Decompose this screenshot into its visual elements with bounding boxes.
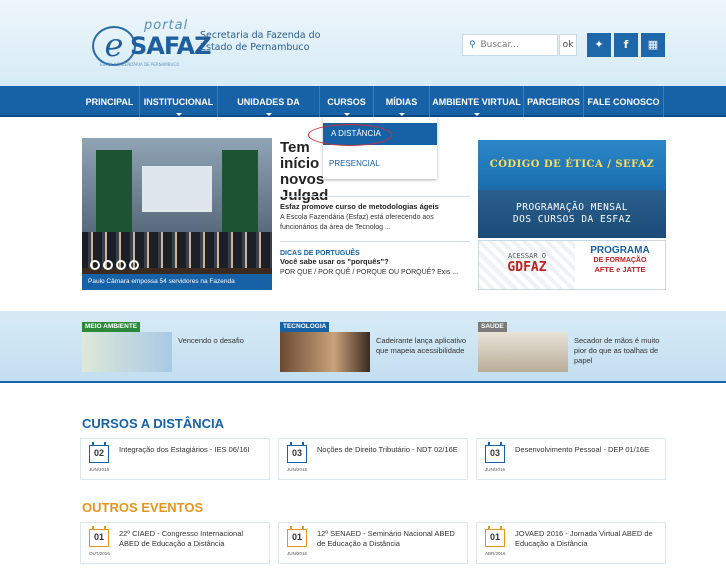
slide-dots bbox=[90, 255, 142, 274]
news-headline: Esfaz promove curso de metodologias ágei… bbox=[280, 202, 439, 211]
slide-dot[interactable] bbox=[90, 260, 100, 270]
featured-image bbox=[280, 332, 370, 372]
event-title: 12º SENAED - Seminário Nacional ABED de … bbox=[317, 529, 455, 548]
hero-slideshow[interactable]: Paulo Câmara empossa 54 servidores na Fa… bbox=[82, 138, 272, 290]
news-text: A Escola Fazendária (Esfaz) está oferece… bbox=[280, 214, 434, 231]
search-button[interactable]: ok bbox=[559, 34, 577, 56]
banner-line-1: PROGRAMAÇÃO MENSAL bbox=[516, 202, 628, 213]
course-month: JUN/2016 bbox=[89, 467, 110, 472]
twitter-icon[interactable]: ✦ bbox=[587, 33, 611, 57]
featured-text: Vencendo o desafio bbox=[178, 336, 244, 345]
calendar-icon: 01 bbox=[485, 526, 505, 547]
search-icon: ⚲ bbox=[469, 40, 476, 50]
section-title-cursos: CURSOS A DISTÂNCIA bbox=[82, 416, 225, 431]
calendar-icon: 03 bbox=[287, 442, 307, 463]
cursos-dropdown: A DISTÂNCIA PRESENCIAL bbox=[308, 117, 437, 179]
calendar-icon: 01 bbox=[89, 526, 109, 547]
hero-title[interactable]: Tem início novos Julgad bbox=[280, 140, 328, 204]
divider bbox=[280, 196, 470, 197]
facebook-icon[interactable]: f bbox=[614, 33, 638, 57]
calendar-icon: 03 bbox=[485, 442, 505, 463]
course-title: Noções de Direito Tributário - NDT 02/16… bbox=[317, 445, 458, 454]
event-month: ABR/2016 bbox=[485, 551, 506, 556]
org-line-1: Secretaria da Fazenda do bbox=[200, 30, 321, 41]
dropdown-item-presencial[interactable]: PRESENCIAL bbox=[323, 157, 437, 173]
course-month: JUN/2016 bbox=[485, 467, 506, 472]
featured-item-meio-ambiente[interactable]: MEIO AMBIENTE Vencendo o desafio bbox=[82, 322, 272, 374]
featured-image bbox=[82, 332, 172, 372]
event-card[interactable]: 01 JUN/2016 12º SENAED - Seminário Nacio… bbox=[278, 522, 468, 564]
chevron-down-icon bbox=[473, 113, 480, 116]
calendar-icon: 01 bbox=[287, 526, 307, 547]
banner-programacao-mensal[interactable]: PROGRAMAÇÃO MENSAL DOS CURSOS DA ESFAZ bbox=[478, 190, 666, 238]
course-month: JUN/2016 bbox=[287, 467, 308, 472]
search-placeholder: Buscar... bbox=[480, 40, 519, 50]
event-card[interactable]: 01 ABR/2016 JOVAED 2016 - Jornada Virtua… bbox=[476, 522, 666, 564]
course-card[interactable]: 03 JUN/2016 Noções de Direito Tributário… bbox=[278, 438, 468, 480]
banner-gdfaz-programa[interactable]: ACESSAR O GDFAZ PROGRAMA DE FORMAÇÃO AFT… bbox=[478, 240, 666, 290]
chevron-down-icon bbox=[343, 113, 350, 116]
main-nav: PRINCIPAL INSTITUCIONAL UNIDADES DA ESCO… bbox=[0, 86, 726, 139]
course-title: Desenvolvimento Pessoal - DEP 01/16E bbox=[515, 445, 650, 454]
org-line-2: Estado de Pernambuco bbox=[200, 42, 310, 53]
course-title: Integração dos Estagiários - IES 06/16I bbox=[119, 445, 250, 454]
news-text: POR QUE / POR QUÊ / PORQUE OU PORQUÊ? Ex… bbox=[280, 269, 459, 276]
chevron-down-icon bbox=[398, 113, 405, 116]
highlight-ring bbox=[308, 124, 392, 146]
course-card[interactable]: 03 JUN/2016 Desenvolvimento Pessoal - DE… bbox=[476, 438, 666, 480]
section-title-eventos: OUTROS EVENTOS bbox=[82, 500, 204, 515]
slide-dot[interactable] bbox=[103, 260, 113, 270]
news-item-2[interactable]: DICAS DE PORTUGUÊS Você sabe usar os "po… bbox=[280, 250, 470, 278]
featured-item-tecnologia[interactable]: TECNOLOGIA Cadeirante lança aplicativo q… bbox=[280, 322, 470, 374]
event-month: JUN/2016 bbox=[287, 551, 308, 556]
course-card[interactable]: 02 JUN/2016 Integração dos Estagiários -… bbox=[80, 438, 270, 480]
nav-midias[interactable]: MÍDIAS bbox=[374, 86, 430, 117]
event-title: JOVAED 2016 - Jornada Virtual ABED de Ed… bbox=[515, 529, 653, 548]
category-badge: SAÚDE bbox=[478, 322, 507, 332]
slide-dot[interactable] bbox=[129, 260, 139, 270]
hero-caption[interactable]: Paulo Câmara empossa 54 servidores na Fa… bbox=[82, 274, 272, 290]
banner-programa-formacao[interactable]: PROGRAMA DE FORMAÇÃO AFTE e JATTE bbox=[575, 241, 665, 289]
banner-gdfaz[interactable]: ACESSAR O GDFAZ bbox=[479, 241, 575, 289]
category-badge: TECNOLOGIA bbox=[280, 322, 330, 332]
news-item-1[interactable]: Esfaz promove curso de metodologias ágei… bbox=[280, 202, 470, 232]
banner-codigo-etica[interactable]: CÓDIGO DE ÉTICA / SEFAZ bbox=[478, 140, 666, 190]
nav-fale-conosco[interactable]: FALE CONOSCO bbox=[584, 86, 664, 117]
news-category: DICAS DE PORTUGUÊS bbox=[280, 250, 360, 257]
banner-line-2: DOS CURSOS DA ESFAZ bbox=[512, 214, 632, 225]
logo-tagline: ESCOLA FAZENDÁRIA DE PERNAMBUCO bbox=[100, 62, 180, 67]
featured-image bbox=[478, 332, 568, 372]
event-title: 22º CIAED - Congresso Internacional ABED… bbox=[119, 529, 244, 548]
slide-dot[interactable] bbox=[116, 260, 126, 270]
delicious-icon[interactable]: ▦ bbox=[641, 33, 665, 57]
logo-safaz-text: SAFAZ bbox=[130, 32, 211, 60]
featured-text: Secador de mãos é muito pior do que as t… bbox=[574, 336, 660, 365]
nav-institucional[interactable]: INSTITUCIONAL bbox=[140, 86, 218, 117]
featured-item-saude[interactable]: SAÚDE Secador de mãos é muito pior do qu… bbox=[478, 322, 668, 374]
calendar-icon: 02 bbox=[89, 442, 109, 463]
chevron-down-icon bbox=[265, 113, 272, 116]
nav-parceiros[interactable]: PARCEIROS bbox=[524, 86, 584, 117]
event-month: OUT/2016 bbox=[89, 551, 110, 556]
featured-text: Cadeirante lança aplicativo que mapeia a… bbox=[376, 336, 467, 355]
site-header: portal e SAFAZ ESCOLA FAZENDÁRIA DE PERN… bbox=[0, 0, 726, 86]
divider bbox=[280, 241, 470, 242]
nav-unidades[interactable]: UNIDADES DA ESCOLA bbox=[218, 86, 320, 139]
search-input[interactable]: ⚲ Buscar... bbox=[462, 34, 558, 56]
nav-cursos[interactable]: CURSOS bbox=[320, 86, 374, 117]
category-badge: MEIO AMBIENTE bbox=[82, 322, 141, 332]
news-headline: Você sabe usar os "porquês"? bbox=[280, 257, 389, 266]
event-card[interactable]: 01 OUT/2016 22º CIAED - Congresso Intern… bbox=[80, 522, 270, 564]
logo-portal-text: portal bbox=[144, 18, 189, 33]
org-name: Secretaria da Fazenda do Estado de Perna… bbox=[200, 30, 320, 54]
nav-ambiente-virtual[interactable]: AMBIENTE VIRTUAL bbox=[430, 86, 524, 117]
nav-principal[interactable]: PRINCIPAL bbox=[80, 86, 140, 117]
chevron-down-icon bbox=[175, 113, 182, 116]
